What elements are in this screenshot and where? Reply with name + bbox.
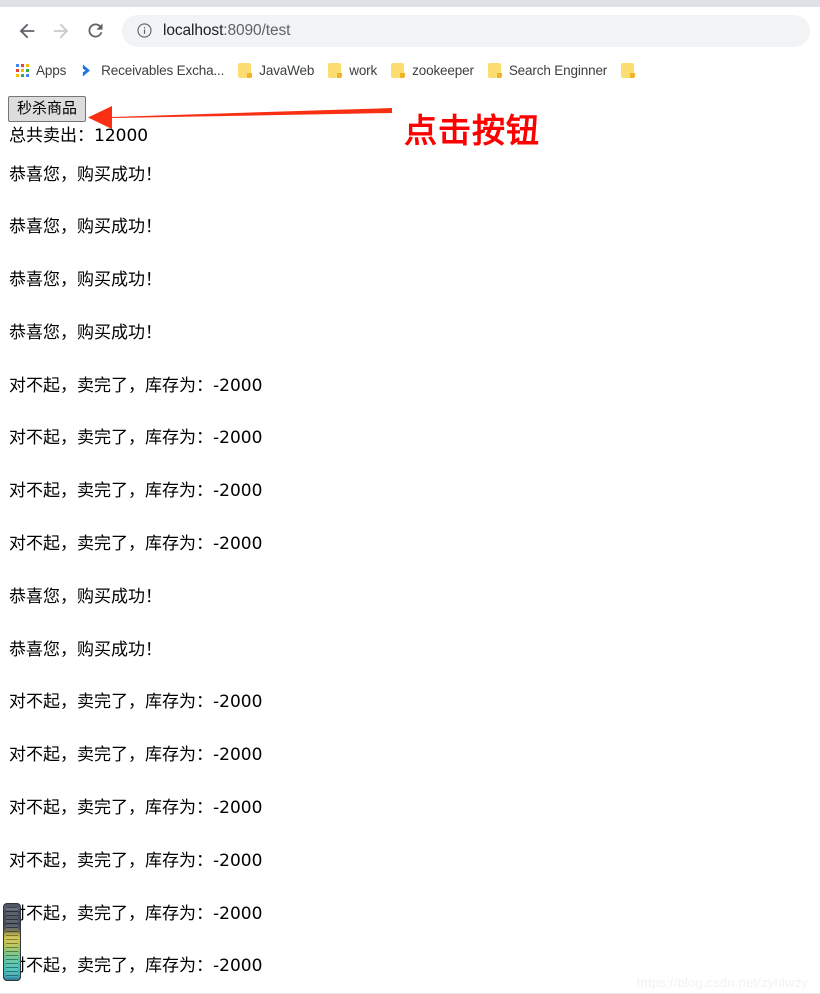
- address-bar-host: localhost: [163, 21, 224, 39]
- purchase-result-item: 对不起，卖完了，库存为：-2000: [9, 798, 263, 819]
- bookmarks-bar: Apps Receivables Excha... JavaWeb work z…: [0, 54, 820, 88]
- folder-icon: [487, 63, 502, 78]
- browser-toolbar: localhost:8090/test: [0, 7, 820, 54]
- bookmark-label: zookeeper: [412, 63, 474, 78]
- folder-icon: [621, 63, 636, 78]
- purchase-result-item: 恭喜您，购买成功！: [9, 270, 162, 291]
- back-button[interactable]: [10, 14, 44, 48]
- bookmark-label: JavaWeb: [259, 63, 315, 78]
- address-bar-url: localhost:8090/test: [163, 22, 290, 40]
- reload-button[interactable]: [78, 14, 112, 48]
- forward-button[interactable]: [44, 14, 78, 48]
- chevron-right-icon: [80, 63, 94, 78]
- purchase-result-item: 对不起，卖完了，库存为：-2000: [9, 375, 263, 396]
- bookmark-item-apps[interactable]: Apps: [9, 58, 73, 84]
- bookmark-item-work[interactable]: work: [321, 58, 384, 84]
- purchase-result-item: 恭喜您，购买成功！: [9, 639, 162, 660]
- folder-icon: [238, 63, 253, 78]
- purchase-result-item: 对不起，卖完了，库存为：-2000: [9, 481, 263, 502]
- purchase-result-item: 对不起，卖完了，库存为：-2000: [9, 534, 263, 555]
- reload-icon: [85, 20, 106, 41]
- info-circle-icon[interactable]: [135, 22, 153, 40]
- bookmark-label: Receivables Excha...: [101, 63, 225, 78]
- browser-chrome: localhost:8090/test Apps Receivables Exc…: [0, 0, 820, 88]
- bookmark-item-javaweb[interactable]: JavaWeb: [231, 58, 321, 84]
- purchase-result-item: 恭喜您，购买成功！: [9, 164, 162, 185]
- purchase-result-item: 对不起，卖完了，库存为：-2000: [9, 903, 263, 924]
- purchase-result-list: 恭喜您，购买成功！ 恭喜您，购买成功！ 恭喜您，购买成功！ 恭喜您，购买成功！ 对不起，…: [8, 165, 820, 994]
- arrow-left-icon: [16, 20, 38, 42]
- watermark-text: https://blog.csdn.net/zyhlwzy: [636, 975, 808, 990]
- folder-icon: [391, 63, 406, 78]
- bookmark-item-zookeeper[interactable]: zookeeper: [384, 58, 481, 84]
- bookmark-item-search-enginner[interactable]: Search Enginner: [481, 58, 614, 84]
- purchase-result-item: 对不起，卖完了，库存为：-2000: [9, 692, 263, 713]
- folder-icon: [328, 63, 343, 78]
- address-bar[interactable]: localhost:8090/test: [122, 14, 810, 47]
- tab-strip-corner: [792, 0, 820, 7]
- page-content: 秒杀商品 总共卖出：12000 恭喜您，购买成功！ 恭喜您，购买成功！ 恭喜您，购买…: [0, 88, 820, 994]
- arrow-right-icon: [50, 20, 72, 42]
- seckill-product-button[interactable]: 秒杀商品: [8, 96, 87, 123]
- purchase-result-item: 恭喜您，购买成功！: [9, 322, 162, 343]
- purchase-result-item: 对不起，卖完了，库存为：-2000: [9, 850, 263, 871]
- level-meter-ticks: [6, 907, 18, 977]
- apps-grid-icon: [16, 64, 29, 77]
- bookmark-item-overflow[interactable]: [614, 58, 642, 84]
- purchase-result-item: 恭喜您，购买成功！: [9, 217, 162, 238]
- bookmark-label: work: [349, 63, 378, 78]
- level-meter-icon[interactable]: [3, 903, 21, 981]
- purchase-result-item: 对不起，卖完了，库存为：-2000: [9, 745, 263, 766]
- bookmark-label: Search Enginner: [508, 63, 608, 78]
- bookmark-item-receivables-exchange[interactable]: Receivables Excha...: [73, 58, 231, 84]
- page-viewport: 秒杀商品 总共卖出：12000 恭喜您，购买成功！ 恭喜您，购买成功！ 恭喜您，购买…: [0, 88, 820, 994]
- purchase-result-item: 恭喜您，购买成功！: [9, 586, 162, 607]
- total-sold-text: 总共卖出：12000: [9, 126, 149, 147]
- address-bar-path: :8090/test: [223, 21, 291, 39]
- purchase-result-item: 对不起，卖完了，库存为：-2000: [9, 428, 263, 449]
- tab-strip: [0, 0, 820, 7]
- bookmark-label: Apps: [36, 63, 67, 78]
